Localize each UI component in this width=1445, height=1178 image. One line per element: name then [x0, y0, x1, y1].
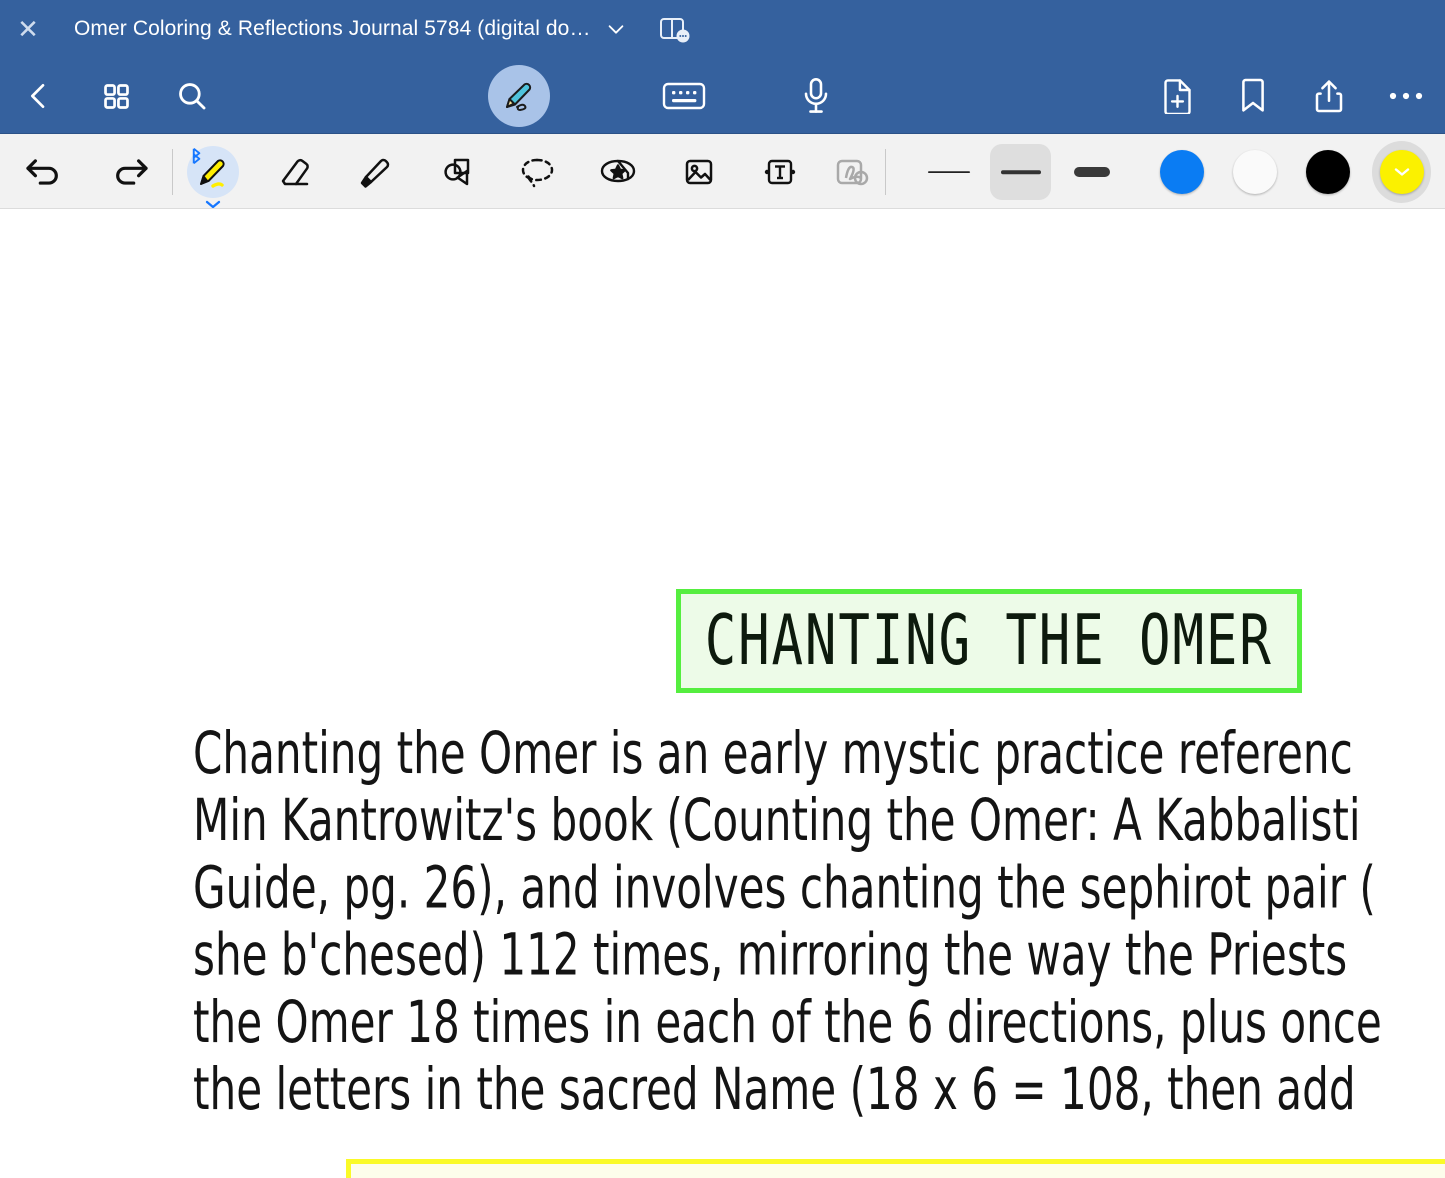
document-body: Chanting the Omer is an early mystic pra…: [193, 717, 1435, 1124]
body-line: Guide, pg. 26), and involves chanting th…: [193, 854, 1376, 922]
title-bar: ✕ Omer Coloring & Reflections Journal 57…: [0, 0, 1445, 58]
lasso-select-icon[interactable]: [497, 150, 578, 194]
body-line: the Omer 18 times in each of the 6 direc…: [193, 989, 1382, 1057]
body-line: the letters in the sacred Name (18 x 6 =…: [193, 1056, 1356, 1124]
color-swatch-blue[interactable]: [1152, 141, 1212, 203]
body-line: Min Kantrowitz's book (Counting the Omer…: [193, 787, 1361, 855]
close-button[interactable]: ✕: [0, 16, 56, 42]
eraser-icon[interactable]: [254, 150, 335, 194]
app-window: ✕ Omer Coloring & Reflections Journal 57…: [0, 0, 1445, 1178]
keyboard-icon[interactable]: [618, 79, 750, 113]
search-icon[interactable]: [154, 79, 230, 113]
color-swatch-white[interactable]: [1225, 141, 1285, 203]
undo-icon[interactable]: [0, 156, 89, 188]
image-icon[interactable]: [659, 150, 740, 194]
more-dots-icon[interactable]: [1367, 90, 1445, 102]
redo-icon[interactable]: [89, 156, 172, 188]
share-icon[interactable]: [1291, 78, 1367, 114]
shapes-icon[interactable]: [416, 150, 497, 194]
color-expand-chevron-down-icon[interactable]: [1380, 150, 1424, 194]
nav-toolbar: [0, 58, 1445, 134]
back-chevron-icon[interactable]: [0, 80, 78, 112]
grid-view-icon[interactable]: [78, 81, 154, 112]
body-line: Chanting the Omer is an early mystic pra…: [193, 720, 1353, 788]
body-line: she b'chesed) 112 times, mirroring the w…: [193, 921, 1348, 990]
directions-callout-box: The directions in order: RIGHT, FORWARD,…: [346, 1159, 1445, 1178]
color-swatch-yellow-selected[interactable]: [1371, 140, 1432, 203]
stroke-medium-button[interactable]: [989, 143, 1052, 200]
microphone-icon[interactable]: [750, 76, 882, 116]
stroke-thin-button[interactable]: [918, 144, 980, 200]
new-page-icon[interactable]: [1139, 78, 1215, 114]
highlighter-icon[interactable]: [335, 150, 416, 194]
document-canvas[interactable]: CHANTING THE OMER Chanting the Omer is a…: [0, 209, 1445, 1178]
stroke-thick-button[interactable]: [1061, 144, 1123, 200]
text-box-icon[interactable]: [740, 150, 821, 194]
tool-palette: [0, 134, 1445, 209]
color-swatch-black[interactable]: [1298, 141, 1358, 203]
pen-tool-icon[interactable]: [173, 145, 254, 208]
document-heading: CHANTING THE OMER: [705, 600, 1274, 682]
title-dropdown-chevron-down-icon[interactable]: [605, 18, 627, 40]
split-view-icon[interactable]: [657, 12, 691, 46]
document-title: Omer Coloring & Reflections Journal 5784…: [74, 17, 591, 40]
sticker-star-icon[interactable]: [578, 150, 659, 194]
bookmark-icon[interactable]: [1215, 78, 1291, 114]
title-highlight-box: CHANTING THE OMER: [676, 589, 1302, 693]
handwriting-icon: [821, 150, 879, 194]
palette-divider-2: [884, 148, 886, 195]
pen-mode-button[interactable]: [487, 65, 550, 127]
